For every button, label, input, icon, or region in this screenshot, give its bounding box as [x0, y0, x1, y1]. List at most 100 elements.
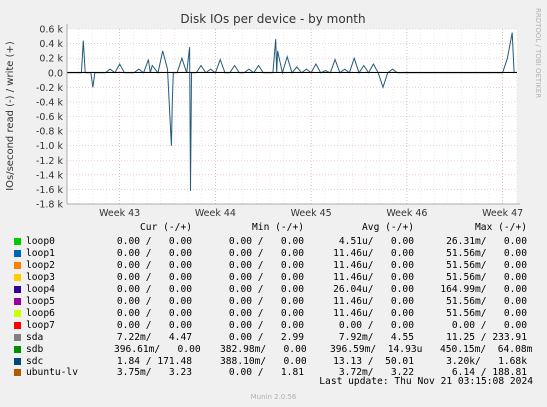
legend-swatch — [14, 333, 21, 341]
legend-min: 0.00 / 0.00 — [228, 295, 304, 307]
y-tick-label: 0.4 k — [39, 39, 63, 50]
x-tick-label: Week 44 — [195, 208, 236, 219]
legend-min: 0.00 / 1.81 — [228, 367, 304, 379]
legend-avg: 4.51u/ 0.00 — [338, 236, 414, 247]
legend-max: 11.25 / 233.91 — [446, 331, 527, 343]
legend-name: sda — [26, 331, 44, 343]
legend-header-max: Max (-/+) — [475, 222, 527, 233]
legend-swatch — [14, 345, 21, 353]
legend-header-min: Min (-/+) — [252, 222, 304, 233]
last-update: Last update: Thu Nov 21 03:15:08 2024 — [319, 376, 533, 387]
y-tick-label: 0.0 — [48, 68, 63, 79]
legend-avg: 396.59m/ 14.93u — [330, 343, 423, 355]
legend-row: sda 7.22m/ 4.47 0.00 / 2.99 7.92m/ 4.55 11.2… — [0, 332, 547, 344]
legend-name: ubuntu-lv — [26, 367, 78, 379]
legend-max: 3.20k/ 1.68k — [446, 355, 527, 367]
legend-swatch — [14, 309, 21, 317]
legend-min: 382.98m/ 0.00 — [220, 343, 307, 355]
legend-min: 0.00 / 0.00 — [228, 319, 304, 331]
legend-row: loop1 0.00 / 0.00 0.00 / 0.00 11.46u/ 0.00 5… — [0, 248, 547, 260]
chart-title: Disk IOs per device - by month — [180, 12, 365, 26]
legend-max: 51.56m/ 0.00 — [446, 247, 527, 259]
side-text: RRDTOOL / TOBI OETIKER — [534, 8, 542, 98]
legend-row: loop5 0.00 / 0.00 0.00 / 0.00 11.46u/ 0.00 5… — [0, 296, 547, 308]
legend-avg: 11.46u/ 0.00 — [333, 259, 414, 271]
legend-name: loop0 — [26, 236, 55, 247]
legend-row: loop7 0.00 / 0.00 0.00 / 0.00 0.00 / 0.00 0.… — [0, 320, 547, 332]
legend-max: 51.56m/ 0.00 — [446, 307, 527, 319]
legend-cur: 3.75m/ 3.23 — [116, 367, 192, 379]
legend-swatch — [14, 297, 21, 305]
y-tick-label: -1.6 k — [36, 185, 64, 196]
legend-cur: 0.00 / 0.00 — [116, 283, 192, 295]
legend-row: loop2 0.00 / 0.00 0.00 / 0.00 11.46u/ 0.00 5… — [0, 260, 547, 272]
legend-max: 51.56m/ 0.00 — [446, 271, 527, 283]
y-tick-label: -1.2 k — [36, 156, 64, 167]
y-tick-label: 0.6 k — [39, 25, 63, 36]
legend-swatch — [14, 238, 21, 245]
legend-swatch — [14, 369, 21, 377]
y-tick-label: -1.8 k — [36, 200, 64, 211]
legend-name: loop1 — [26, 247, 55, 259]
legend-cur: 396.61m/ 0.00 — [114, 343, 201, 355]
munin-footer: Munin 2.0.56 — [250, 393, 297, 401]
legend-row: loop3 0.00 / 0.00 0.00 / 0.00 11.46u/ 0.00 5… — [0, 272, 547, 284]
legend-min: 0.00 / 0.00 — [228, 247, 304, 259]
legend-name: sdb — [26, 343, 44, 355]
legend-avg: 26.04u/ 0.00 — [333, 283, 414, 295]
legend-avg: 11.46u/ 0.00 — [333, 295, 414, 307]
y-tick-label: 0.2 k — [39, 54, 63, 65]
legend-name: loop7 — [26, 319, 55, 331]
legend-avg: 0.00 / 0.00 — [338, 319, 414, 331]
legend-min: 0.00 / 0.00 — [228, 236, 304, 247]
legend-row: loop6 0.00 / 0.00 0.00 / 0.00 11.46u/ 0.00 5… — [0, 308, 547, 320]
legend-max: 164.99m/ 0.00 — [440, 283, 527, 295]
legend-max: 51.56m/ 0.00 — [446, 295, 527, 307]
legend-name: loop2 — [26, 259, 55, 271]
y-tick-label: -0.4 k — [36, 97, 64, 108]
legend-max: 450.15m/ 64.08m — [440, 343, 533, 355]
legend-header-avg: Avg (-/+) — [362, 222, 414, 233]
legend-cur: 1.84 / 171.48 — [116, 355, 192, 367]
disk-io-chart: Disk IOs per device - by month 0.6 k 0.4 … — [0, 0, 547, 230]
legend-min: 0.00 / 2.99 — [228, 331, 304, 343]
legend-cur: 0.00 / 0.00 — [116, 319, 192, 331]
legend-min: 0.00 / 0.00 — [228, 259, 304, 271]
y-tick-label: -0.2 k — [36, 83, 64, 94]
legend-max: 0.00 / 0.00 — [451, 319, 527, 331]
legend-min: 0.00 / 0.00 — [228, 307, 304, 319]
legend-swatch — [14, 357, 21, 365]
legend-name: loop4 — [26, 283, 55, 295]
legend-header-cur: Cur (-/+) — [140, 222, 192, 233]
legend-max: 26.31m/ 0.00 — [446, 236, 527, 247]
legend-cur: 0.00 / 0.00 — [116, 271, 192, 283]
legend-max: 51.56m/ 0.00 — [446, 259, 527, 271]
legend-row: sdc 1.84 / 171.48 388.10m/ 0.00 13.13 / 50.… — [0, 356, 547, 368]
legend-row: loop4 0.00 / 0.00 0.00 / 0.00 26.04u/ 0.00 1… — [0, 284, 547, 296]
legend-name: loop5 — [26, 295, 55, 307]
legend-row: loop0 0.00 / 0.00 0.00 / 0.00 4.51u/ 0.00 26… — [0, 236, 547, 248]
legend-cur: 0.00 / 0.00 — [116, 295, 192, 307]
legend-min: 0.00 / 0.00 — [228, 283, 304, 295]
y-tick-label: -0.6 k — [36, 112, 64, 123]
legend-swatch — [14, 261, 21, 269]
legend-avg: 11.46u/ 0.00 — [333, 247, 414, 259]
legend-avg: 11.46u/ 0.00 — [333, 307, 414, 319]
y-tick-label: -1.4 k — [36, 170, 64, 181]
x-tick-label: Week 47 — [482, 208, 523, 219]
legend-name: loop6 — [26, 307, 55, 319]
legend-min: 0.00 / 0.00 — [228, 271, 304, 283]
legend-avg: 7.92m/ 4.55 — [338, 331, 414, 343]
y-tick-label: -0.8 k — [36, 127, 64, 138]
y-axis-label: IOs/second read (-) / write (+) — [5, 41, 16, 191]
legend-swatch — [14, 273, 21, 281]
legend-min: 388.10m/ 0.00 — [220, 355, 307, 367]
legend-name: loop3 — [26, 271, 55, 283]
legend-cur: 0.00 / 0.00 — [116, 236, 192, 247]
legend-swatch — [14, 321, 21, 329]
legend-cur: 0.00 / 0.00 — [116, 259, 192, 271]
legend-swatch — [14, 285, 21, 293]
legend-row: sdb 396.61m/ 0.00 382.98m/ 0.00 396.59m/ 14… — [0, 344, 547, 356]
legend-name: sdc — [26, 355, 44, 367]
legend-swatch — [14, 249, 21, 257]
